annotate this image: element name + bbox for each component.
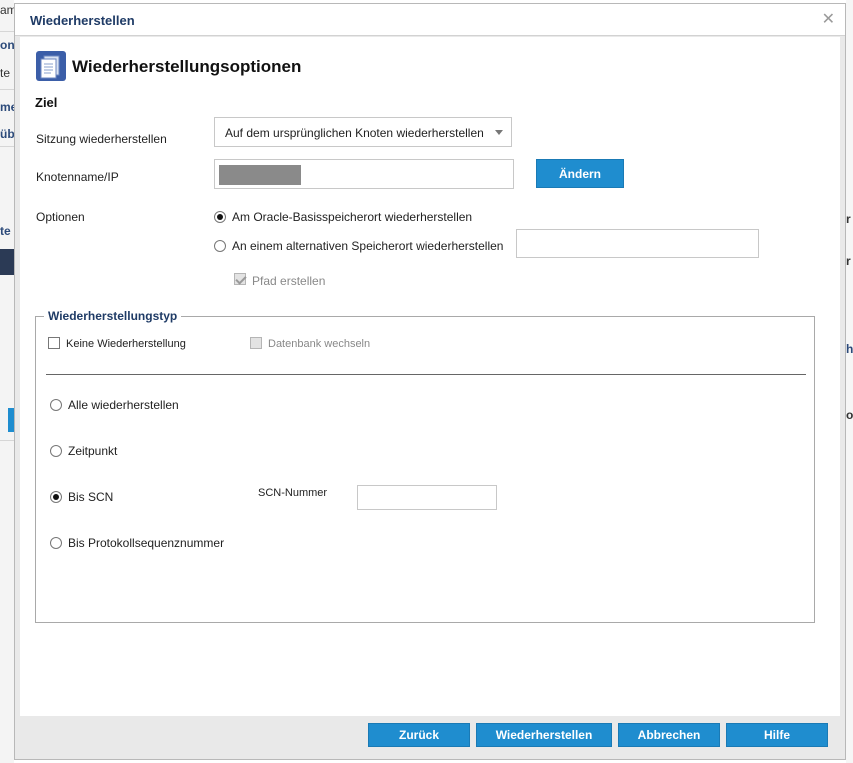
chevron-down-icon [495, 130, 503, 135]
no-restore-label: Keine Wiederherstellung [66, 338, 186, 350]
until-scn-label[interactable]: Bis SCN [68, 490, 113, 504]
no-restore-checkbox[interactable] [48, 337, 60, 349]
back-button[interactable]: Zurück [368, 723, 470, 747]
bg-fragment: h [846, 342, 853, 356]
restore-all-label[interactable]: Alle wiederherstellen [68, 398, 179, 412]
section-title-ziel: Ziel [35, 95, 58, 110]
bg-fragment: o [846, 408, 853, 422]
node-label: Knotenname/IP [36, 170, 119, 184]
dialog-titlebar: Wiederherstellen ✕ [15, 4, 845, 36]
bg-fragment: r [846, 212, 851, 226]
change-button[interactable]: Ändern [536, 159, 624, 188]
radio-point-in-time[interactable] [50, 445, 62, 457]
close-icon[interactable]: ✕ [822, 9, 835, 29]
until-log-sequence-label[interactable]: Bis Protokollsequenznummer [68, 536, 224, 550]
radio-original-location[interactable] [214, 211, 226, 223]
restore-dialog: Wiederherstellen ✕ Wiederherstellungsopt… [14, 3, 846, 760]
point-in-time-label[interactable]: Zeitpunkt [68, 444, 117, 458]
radio-alternative-location[interactable] [214, 240, 226, 252]
page-title: Wiederherstellungsoptionen [72, 57, 302, 76]
session-select[interactable]: Auf dem ursprünglichen Knoten wiederhers… [214, 117, 512, 147]
option-alternative-label[interactable]: An einem alternativen Speicherort wieder… [232, 239, 503, 253]
switch-db-checkbox[interactable] [250, 337, 262, 349]
bg-fragment: te [0, 66, 11, 80]
radio-restore-all[interactable] [50, 399, 62, 411]
option-original-label[interactable]: Am Oracle-Basisspeicherort wiederherstel… [232, 210, 472, 224]
options-label: Optionen [36, 210, 85, 224]
restore-type-group: Keine Wiederherstellung Datenbank wechse… [35, 316, 815, 623]
background-app-left: am oni te me üb te I [0, 0, 18, 763]
document-stack-icon [36, 51, 66, 81]
cancel-button[interactable]: Abbrechen [618, 723, 720, 747]
dialog-title: Wiederherstellen [30, 13, 135, 28]
create-path-checkbox[interactable] [234, 273, 246, 285]
restore-type-legend: Wiederherstellungstyp [44, 309, 182, 323]
switch-db-label: Datenbank wechseln [268, 338, 371, 350]
alternative-path-input[interactable] [516, 229, 759, 258]
create-path-label: Pfad erstellen [252, 274, 326, 288]
restore-button[interactable]: Wiederherstellen [476, 723, 612, 747]
session-select-value: Auf dem ursprünglichen Knoten wiederhers… [225, 126, 484, 140]
bg-fragment: r [846, 254, 851, 268]
help-button[interactable]: Hilfe [726, 723, 828, 747]
session-label: Sitzung wiederherstellen [36, 132, 167, 146]
scn-number-label: SCN-Nummer [258, 487, 328, 499]
radio-until-scn[interactable] [50, 491, 62, 503]
bg-fragment: üb [0, 127, 15, 141]
radio-until-log-sequence[interactable] [50, 537, 62, 549]
scn-number-input[interactable] [357, 485, 497, 510]
redacted-node-value [219, 165, 301, 185]
dialog-content: Wiederherstellungsoptionen Ziel Sitzung … [20, 37, 840, 716]
bg-dark-bar [0, 249, 14, 275]
divider [46, 374, 806, 375]
background-app-right: r r h o [846, 0, 853, 763]
node-input[interactable] [214, 159, 514, 189]
